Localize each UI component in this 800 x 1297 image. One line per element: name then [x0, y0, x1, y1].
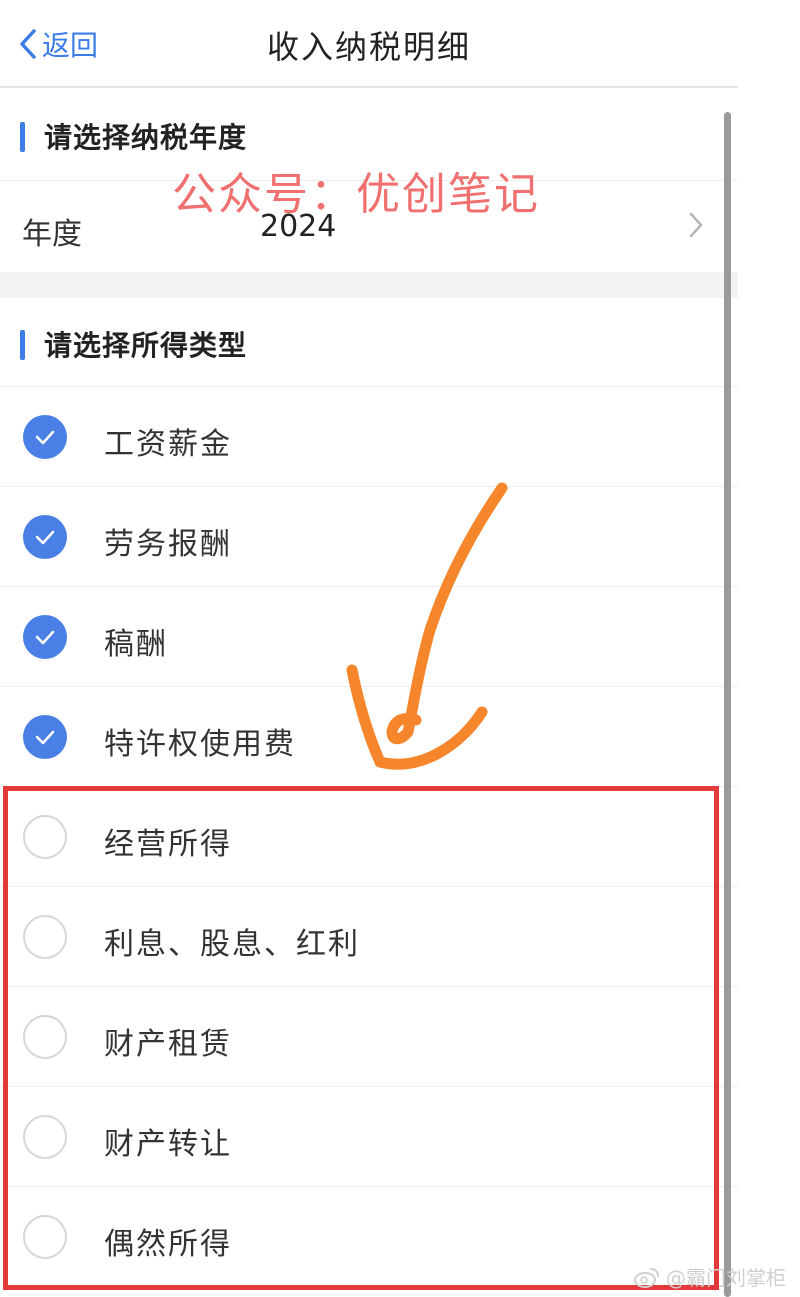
- checkbox-checked[interactable]: [23, 715, 67, 759]
- checkbox-checked[interactable]: [23, 515, 67, 559]
- watermark-text: 公众号：优创笔记: [172, 169, 540, 220]
- section-type-header: 请选择所得类型: [0, 298, 738, 388]
- income-type-label: 稿酬: [104, 627, 168, 662]
- checkbox-checked[interactable]: [23, 415, 67, 459]
- weibo-credit-text: @霸门刘掌柜: [666, 1266, 786, 1290]
- nav-bar: 返回 收入纳税明细: [0, 0, 738, 88]
- annotation-arrow: [346, 482, 508, 770]
- section-year-title: 请选择纳税年度: [44, 121, 248, 154]
- weibo-icon: [634, 1267, 659, 1288]
- checkmark-icon: [35, 630, 55, 645]
- income-type-label: 特许权使用费: [104, 727, 296, 762]
- year-label: 年度: [22, 217, 82, 252]
- section-type-title: 请选择所得类型: [44, 329, 248, 362]
- page-title: 收入纳税明细: [266, 28, 471, 66]
- scrollbar[interactable]: [724, 112, 731, 1297]
- weibo-credit: @霸门刘掌柜: [634, 1262, 786, 1291]
- chevron-right-icon: [689, 212, 703, 238]
- section-divider: [0, 272, 738, 298]
- income-type-label: 劳务报酬: [104, 527, 232, 562]
- section-accent-bar: [20, 122, 25, 152]
- highlight-box: [3, 786, 719, 1290]
- income-type-label: 工资薪金: [104, 427, 232, 462]
- checkmark-icon: [35, 530, 55, 545]
- section-accent-bar: [20, 330, 25, 360]
- checkbox-checked[interactable]: [23, 615, 67, 659]
- checkmark-icon: [35, 730, 55, 745]
- checkmark-icon: [35, 430, 55, 445]
